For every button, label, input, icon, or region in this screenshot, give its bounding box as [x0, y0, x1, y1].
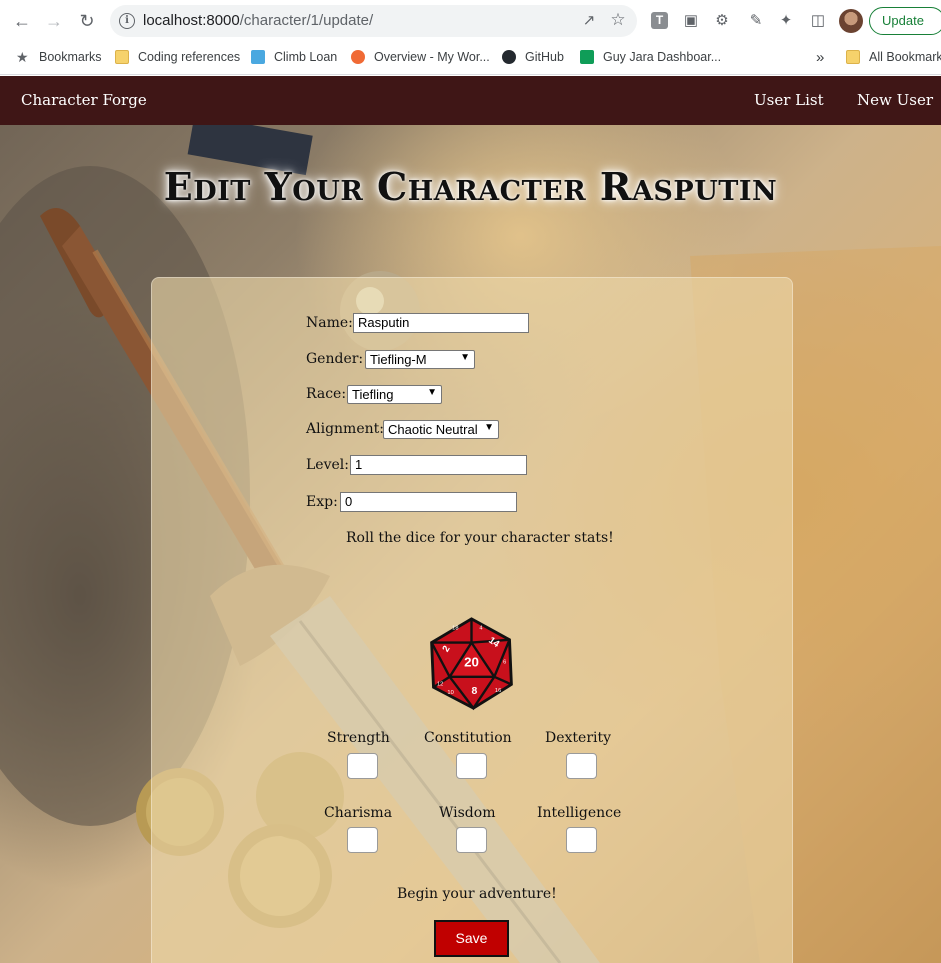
- gender-selected-value: Tiefling-M: [370, 352, 427, 367]
- d20-face-label: 12: [437, 681, 443, 687]
- level-label: Level:: [306, 457, 349, 473]
- browser-chrome: ← → ↻ i localhost:8000/character/1/updat…: [0, 0, 941, 75]
- exp-label: Exp:: [306, 494, 338, 510]
- constitution-input[interactable]: [456, 753, 487, 779]
- intelligence-input[interactable]: [566, 827, 597, 853]
- extensions-puzzle-icon[interactable]: ✦: [776, 11, 796, 31]
- level-input[interactable]: 1: [350, 455, 527, 475]
- bookmark-label: Guy Jara Dashboar...: [603, 50, 722, 64]
- name-input[interactable]: Rasputin: [353, 313, 529, 333]
- roll-dice-prompt: Roll the dice for your character stats!: [346, 530, 614, 546]
- adventure-prompt: Begin your adventure!: [397, 886, 557, 902]
- d20-face-label: 18: [452, 625, 458, 631]
- text-extension-icon[interactable]: T: [651, 12, 668, 29]
- nav-link-user-list[interactable]: User List: [754, 91, 824, 109]
- bookmark-label: Coding references: [138, 50, 241, 64]
- folder-icon: [115, 50, 129, 64]
- race-selected-value: Tiefling: [352, 387, 394, 402]
- bookmarks-overflow-icon[interactable]: »: [816, 47, 824, 67]
- bookmark-item[interactable]: Coding references: [115, 47, 240, 67]
- side-panel-icon[interactable]: ◫: [808, 11, 828, 31]
- address-url[interactable]: localhost:8000/character/1/update/: [143, 12, 373, 29]
- eyedropper-extension-icon[interactable]: ✎: [746, 11, 766, 31]
- share-icon[interactable]: ↗: [579, 11, 599, 31]
- brand-link[interactable]: Character Forge: [21, 91, 147, 109]
- stat-label-dexterity: Dexterity: [545, 730, 612, 746]
- gender-select[interactable]: Tiefling-M ▼: [365, 350, 475, 369]
- name-label: Name:: [306, 315, 353, 331]
- app-navbar: Character Forge User List New User: [0, 76, 941, 125]
- d20-face-label: 4: [479, 625, 482, 631]
- address-bar[interactable]: i localhost:8000/character/1/update/ ↗ ☆: [110, 5, 637, 37]
- race-label: Race:: [306, 386, 347, 402]
- dexterity-input[interactable]: [566, 753, 597, 779]
- exp-input[interactable]: 0: [340, 492, 517, 512]
- bookmark-item[interactable]: Climb Loan: [251, 47, 337, 67]
- profile-avatar[interactable]: [839, 9, 863, 33]
- site-icon: [251, 50, 265, 64]
- chevron-down-icon: ▼: [484, 422, 494, 433]
- settings-extension-icon[interactable]: ⚙: [712, 11, 732, 31]
- bookmarks-bar: ★ Bookmarks Coding references Climb Loan…: [0, 43, 941, 71]
- d20-dice-icon[interactable]: 20 14 2 8 18 10 12 4 6 16: [424, 616, 519, 711]
- bookmark-item[interactable]: ★ Bookmarks: [16, 47, 102, 67]
- folder-icon: [846, 50, 860, 64]
- page-viewport: Character Forge User List New User Edit …: [0, 76, 941, 963]
- browser-update-button[interactable]: Update: [869, 7, 941, 35]
- d20-face-label: 8: [471, 686, 477, 697]
- github-icon: [502, 50, 516, 64]
- gender-label: Gender:: [306, 351, 364, 367]
- stat-label-strength: Strength: [327, 730, 390, 746]
- forward-arrow-icon[interactable]: →: [42, 9, 66, 33]
- site-icon: [351, 50, 365, 64]
- strength-input[interactable]: [347, 753, 378, 779]
- alignment-select[interactable]: Chaotic Neutral ▼: [383, 420, 499, 439]
- bookmark-label: GitHub: [525, 50, 564, 64]
- charisma-input[interactable]: [347, 827, 378, 853]
- page-title: Edit Your Character Rasputin: [163, 164, 778, 209]
- bookmark-star-icon[interactable]: ☆: [608, 10, 628, 30]
- race-select[interactable]: Tiefling ▼: [347, 385, 442, 404]
- stat-label-constitution: Constitution: [424, 730, 512, 746]
- star-icon: ★: [16, 49, 29, 65]
- alignment-selected-value: Chaotic Neutral: [388, 422, 478, 437]
- save-button[interactable]: Save: [434, 920, 509, 957]
- bookmark-label: All Bookmarks: [869, 50, 941, 64]
- chevron-down-icon: ▼: [427, 387, 437, 398]
- d20-face-label: 16: [495, 688, 501, 694]
- bookmark-item[interactable]: All Bookmarks: [846, 47, 941, 67]
- nav-link-new-user[interactable]: New User: [857, 91, 933, 109]
- url-host: localhost:8000: [143, 12, 240, 29]
- url-path: /character/1/update/: [239, 12, 374, 29]
- stat-label-intelligence: Intelligence: [537, 805, 622, 821]
- bookmark-item[interactable]: GitHub: [502, 47, 564, 67]
- bookmark-item[interactable]: Overview - My Wor...: [351, 47, 490, 67]
- alignment-label: Alignment:: [306, 421, 384, 437]
- reload-icon[interactable]: ↻: [75, 9, 99, 33]
- sheets-icon: [580, 50, 594, 64]
- bookmark-label: Bookmarks: [39, 50, 102, 64]
- browser-toolbar: ← → ↻ i localhost:8000/character/1/updat…: [0, 0, 941, 42]
- image-extension-icon[interactable]: ▣: [681, 11, 701, 31]
- d20-face-label: 20: [464, 654, 479, 669]
- chevron-down-icon: ▼: [460, 352, 470, 363]
- d20-face-label: 10: [447, 690, 453, 696]
- bookmark-item[interactable]: Guy Jara Dashboar...: [580, 47, 721, 67]
- back-arrow-icon[interactable]: ←: [10, 9, 34, 33]
- d20-face-label: 6: [503, 660, 506, 666]
- site-info-icon[interactable]: i: [119, 13, 135, 29]
- stat-label-wisdom: Wisdom: [439, 805, 496, 821]
- wisdom-input[interactable]: [456, 827, 487, 853]
- stat-label-charisma: Charisma: [324, 805, 393, 821]
- bookmark-label: Overview - My Wor...: [374, 50, 490, 64]
- bookmark-label: Climb Loan: [274, 50, 338, 64]
